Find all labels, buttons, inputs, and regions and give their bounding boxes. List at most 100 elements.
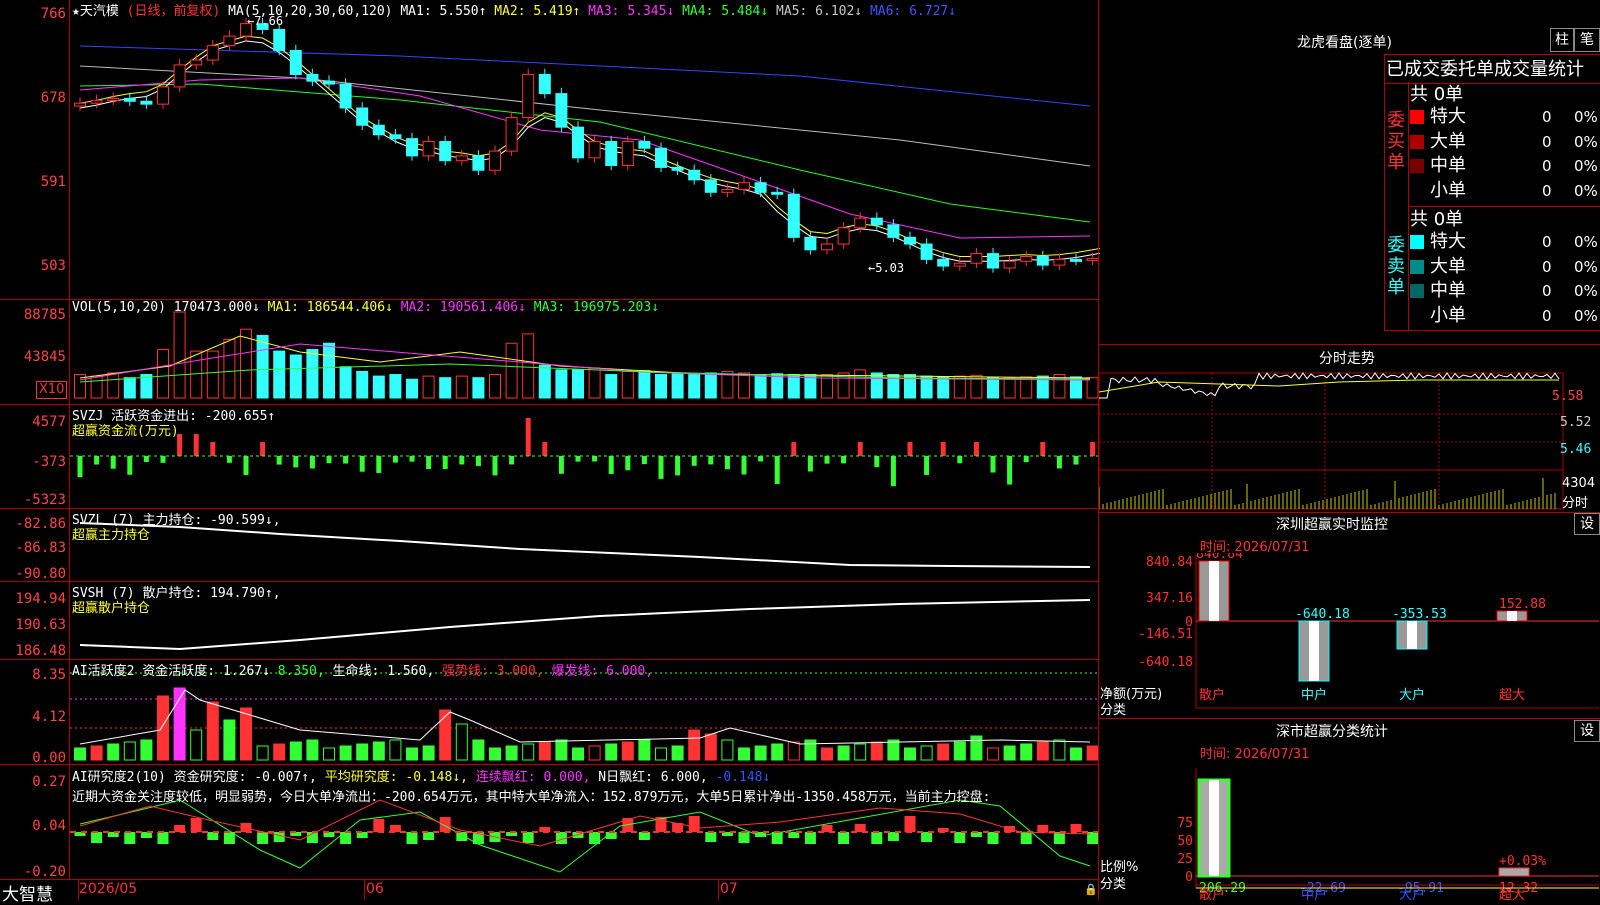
svzj-bar: [94, 456, 100, 465]
svzj-bar: [791, 442, 797, 456]
ai2-bar: [373, 819, 385, 832]
intraday-svg[interactable]: [1098, 370, 1600, 510]
sell-name: 大单: [1430, 255, 1466, 277]
stock-title[interactable]: ★天汽模: [72, 4, 119, 19]
ai1-bar: [522, 743, 535, 761]
vol-unit-badge[interactable]: X10: [36, 381, 68, 399]
kline-svg[interactable]: [0, 0, 1100, 900]
ai2-legend: AI研究度2(10) 资金研究度: -0.007↑, 平均研究度: -0.148…: [72, 766, 770, 785]
vol-label-1: 88785: [23, 307, 66, 323]
candle-body: [1053, 258, 1066, 266]
lock-icon[interactable]: 🔒: [1084, 883, 1098, 896]
buy-name: 中单: [1430, 155, 1466, 176]
ai1-legend: AI活跃度2 资金活跃度: 1.267↓ 8.350, 生命线: 1.560, …: [72, 660, 653, 679]
svzj-bar: [691, 456, 697, 466]
volume-bar: [505, 342, 518, 399]
vol-value-2: MA2: 190561.406↓: [392, 300, 526, 315]
ai1-bar: [389, 739, 402, 761]
svzj-bar: [426, 456, 432, 470]
candle-body: [870, 217, 883, 226]
ai1-bar: [505, 745, 518, 761]
candle-body: [987, 253, 999, 269]
candle-body: [754, 182, 767, 193]
ai2-bar: [904, 816, 916, 832]
volume-bar: [107, 372, 120, 399]
y-axis-line: [69, 0, 70, 880]
svzj-bar: [492, 456, 498, 476]
volume-bar: [439, 377, 452, 399]
sell-count: 0: [1542, 233, 1552, 251]
svsh-sub: 超赢散户持仓: [72, 601, 151, 616]
candle-body: [323, 80, 335, 85]
brand-logo[interactable]: 大智慧: [2, 880, 53, 905]
svzj-bar: [575, 456, 581, 462]
volume-bar: [273, 350, 286, 399]
monitor-settings-button[interactable]: 设: [1574, 513, 1600, 535]
candle-body: [1020, 256, 1033, 262]
bar-mode-button[interactable]: 柱: [1550, 28, 1574, 52]
intraday-chart[interactable]: [1098, 370, 1600, 510]
volume-bar: [323, 342, 335, 399]
ai1-bar: [804, 739, 817, 761]
svzj-bar: [409, 456, 415, 462]
ai1-bar: [1036, 741, 1049, 761]
svzl-label-3: -90.80: [15, 566, 66, 582]
date-label-2: 06: [366, 881, 384, 897]
monitor-chart: 840.84 347.16 0 -146.51 -640.18 840.84 -640.18…: [1099, 547, 1600, 713]
ai2-bar: [273, 832, 285, 842]
svzj-bar: [243, 456, 249, 476]
ai2-value-4: -0.148↓: [707, 770, 771, 785]
classify-bar-highlight: [1209, 780, 1219, 876]
monitor-value-label: -640.18: [1295, 607, 1350, 622]
buy-side-label: 委买单: [1387, 110, 1405, 173]
candle-body: [738, 182, 750, 190]
sell-row: 大单 0 0%: [1410, 255, 1600, 280]
svzj-bar: [110, 456, 116, 469]
candle-body: [920, 243, 933, 260]
candle-body: [953, 262, 966, 267]
ma4-line: [79, 83, 1091, 223]
ai1-value-1: 8.350,: [269, 664, 325, 679]
ai2-bar: [1070, 824, 1082, 832]
volume-bar: [937, 376, 950, 399]
ai2-bar: [1037, 825, 1049, 832]
ma-value-3: MA4: 5.484↓: [674, 4, 769, 19]
svzj-bar: [1056, 456, 1062, 469]
price-label-2: 678: [40, 90, 66, 106]
low-annotation: ←5.03: [868, 261, 905, 275]
ai1-bar: [1020, 743, 1033, 761]
ma-values: MA1: 5.550↑ MA2: 5.419↑ MA3: 5.345↓ MA4:…: [400, 4, 956, 19]
ma6-line: [79, 45, 1091, 107]
svsh-label-1: 194.94: [15, 591, 66, 607]
candle-body: [289, 49, 302, 75]
svzj-bar: [459, 456, 465, 465]
classify-bar: [1498, 867, 1530, 877]
classify-note: +0.03%: [1499, 854, 1546, 869]
svzj-bar: [558, 456, 564, 474]
candle-body: [655, 147, 667, 168]
svzj-bar: [1090, 442, 1096, 456]
buy-color-swatch: [1410, 134, 1424, 149]
ai2-bar: [954, 832, 966, 843]
svzj-bar: [708, 456, 714, 465]
buy-name: 特大: [1430, 106, 1466, 127]
svzj-bar: [758, 456, 764, 462]
vol-value-0: 170473.000↓: [173, 300, 260, 315]
kline-chart-area[interactable]: [0, 0, 1100, 900]
tick-mode-button[interactable]: 笔: [1574, 28, 1600, 52]
volume-bar: [704, 372, 717, 399]
candle-body: [223, 35, 236, 47]
classify-settings-button[interactable]: 设: [1574, 720, 1600, 742]
intraday-title: 分时走势: [1319, 351, 1375, 367]
classify-xlabel: 分类: [1100, 877, 1127, 892]
panel-sep-ai2: [0, 764, 1098, 765]
candle-body: [621, 141, 634, 166]
ai1-bar: [821, 747, 833, 761]
candle-body: [1070, 258, 1082, 262]
svzj-bar: [77, 456, 83, 478]
panel-sep-date: [0, 879, 1098, 880]
intra-avg-line: [1098, 379, 1559, 393]
svzj-bar: [741, 456, 747, 475]
volume-bar: [870, 372, 883, 399]
ai1-bar: [854, 743, 867, 761]
